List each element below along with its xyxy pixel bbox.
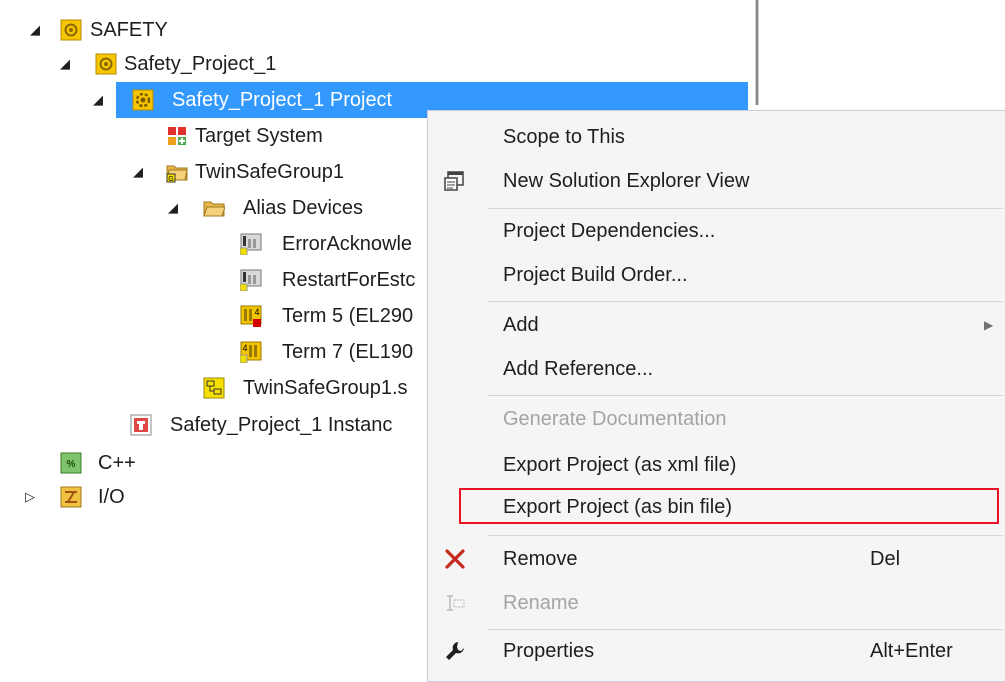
menu-item-add[interactable]: Add ▶ bbox=[428, 303, 1005, 347]
menu-item-shortcut: Del bbox=[870, 548, 901, 570]
tree-item-label: Safety_Project_1 Instanc bbox=[170, 414, 393, 436]
tree-item-label: ErrorAcknowle bbox=[282, 233, 413, 255]
menu-item-label: Properties bbox=[503, 640, 595, 662]
tree-item-label: Safety_Project_1 Project bbox=[172, 89, 393, 111]
expanded-icon[interactable]: ◢ bbox=[165, 190, 181, 226]
menu-item-label: Scope to This bbox=[503, 126, 625, 148]
tree-item-label: RestartForEstc bbox=[282, 269, 416, 291]
menu-separator bbox=[488, 535, 1003, 536]
menu-item-add-reference[interactable]: Add Reference... bbox=[428, 347, 1005, 391]
safety-project-icon bbox=[95, 53, 117, 75]
menu-item-label: Project Build Order... bbox=[503, 264, 688, 286]
tree-item-safety[interactable]: ◢ SAFETY bbox=[0, 12, 750, 48]
menu-item-label: Add bbox=[503, 314, 539, 336]
tree-item-label: TwinSafeGroup1.s bbox=[243, 377, 408, 399]
svg-text:4: 4 bbox=[254, 307, 259, 317]
alias-device-icon bbox=[240, 269, 262, 291]
menu-item-rename[interactable]: Rename bbox=[428, 581, 1005, 625]
menu-item-label: Generate Documentation bbox=[503, 408, 727, 430]
expanded-icon[interactable]: ◢ bbox=[90, 82, 106, 118]
expanded-icon[interactable]: ◢ bbox=[130, 154, 146, 190]
rename-icon bbox=[444, 592, 466, 614]
tree-item-safety-project[interactable]: ◢ Safety_Project_1 bbox=[0, 46, 750, 82]
safety-icon bbox=[60, 19, 82, 41]
expanded-icon[interactable]: ◢ bbox=[57, 46, 73, 82]
menu-item-remove[interactable]: Remove Del bbox=[428, 537, 1005, 581]
target-system-icon bbox=[166, 125, 188, 147]
terminal-output-icon: 4 bbox=[240, 305, 262, 327]
group-diagram-icon bbox=[203, 377, 225, 399]
instance-icon bbox=[130, 414, 152, 436]
menu-item-scope-to-this[interactable]: Scope to This bbox=[428, 115, 1005, 159]
remove-icon bbox=[444, 548, 466, 570]
menu-item-project-dependencies[interactable]: Project Dependencies... bbox=[428, 209, 1005, 253]
tree-item-label: Term 5 (EL290 bbox=[282, 305, 414, 327]
io-icon bbox=[60, 486, 82, 508]
menu-item-export-project-xml[interactable]: Export Project (as xml file) bbox=[428, 443, 1005, 487]
collapsed-icon[interactable]: ▷ bbox=[22, 479, 38, 515]
menu-item-new-solution-explorer-view[interactable]: New Solution Explorer View bbox=[428, 159, 1005, 203]
svg-text:4: 4 bbox=[242, 343, 247, 353]
terminal-input-icon: 4 bbox=[240, 341, 262, 363]
panel-splitter[interactable] bbox=[755, 0, 761, 105]
group-folder-icon: G bbox=[166, 161, 188, 183]
tree-item-label: I/O bbox=[98, 486, 125, 508]
alias-device-icon bbox=[240, 233, 262, 255]
safety-project-gear-icon bbox=[132, 89, 154, 111]
highlight-box bbox=[459, 488, 999, 524]
menu-separator bbox=[488, 301, 1003, 302]
new-window-icon bbox=[444, 170, 466, 192]
tree-item-label: SAFETY bbox=[90, 19, 168, 41]
tree-item-label: Target System bbox=[195, 125, 323, 147]
menu-item-label: Remove bbox=[503, 548, 578, 570]
menu-item-label: Add Reference... bbox=[503, 358, 654, 380]
tree-item-label: Alias Devices bbox=[243, 197, 364, 219]
tree-item-label: C++ bbox=[98, 452, 136, 474]
tree-item-label: Safety_Project_1 bbox=[124, 53, 277, 75]
svg-text:%: % bbox=[67, 459, 76, 470]
menu-item-shortcut: Alt+Enter bbox=[870, 640, 953, 662]
menu-item-project-build-order[interactable]: Project Build Order... bbox=[428, 253, 1005, 297]
cpp-icon: % bbox=[60, 452, 82, 474]
menu-item-properties[interactable]: Properties Alt+Enter bbox=[428, 629, 1005, 673]
tree-item-label: Term 7 (EL190 bbox=[282, 341, 414, 363]
tree-item-label: TwinSafeGroup1 bbox=[195, 161, 344, 183]
menu-item-label: Export Project (as xml file) bbox=[503, 454, 737, 476]
menu-item-label: New Solution Explorer View bbox=[503, 170, 750, 192]
submenu-arrow-icon: ▶ bbox=[984, 318, 994, 332]
menu-item-label: Project Dependencies... bbox=[503, 220, 716, 242]
menu-separator bbox=[488, 395, 1003, 396]
expanded-icon[interactable]: ◢ bbox=[27, 12, 43, 48]
menu-item-generate-documentation[interactable]: Generate Documentation bbox=[428, 397, 1005, 441]
context-menu: Scope to This New Solution Explorer View… bbox=[427, 110, 1005, 682]
wrench-icon bbox=[444, 640, 466, 662]
svg-text:G: G bbox=[168, 176, 173, 183]
menu-item-label: Rename bbox=[503, 592, 579, 614]
folder-open-icon bbox=[203, 197, 225, 219]
